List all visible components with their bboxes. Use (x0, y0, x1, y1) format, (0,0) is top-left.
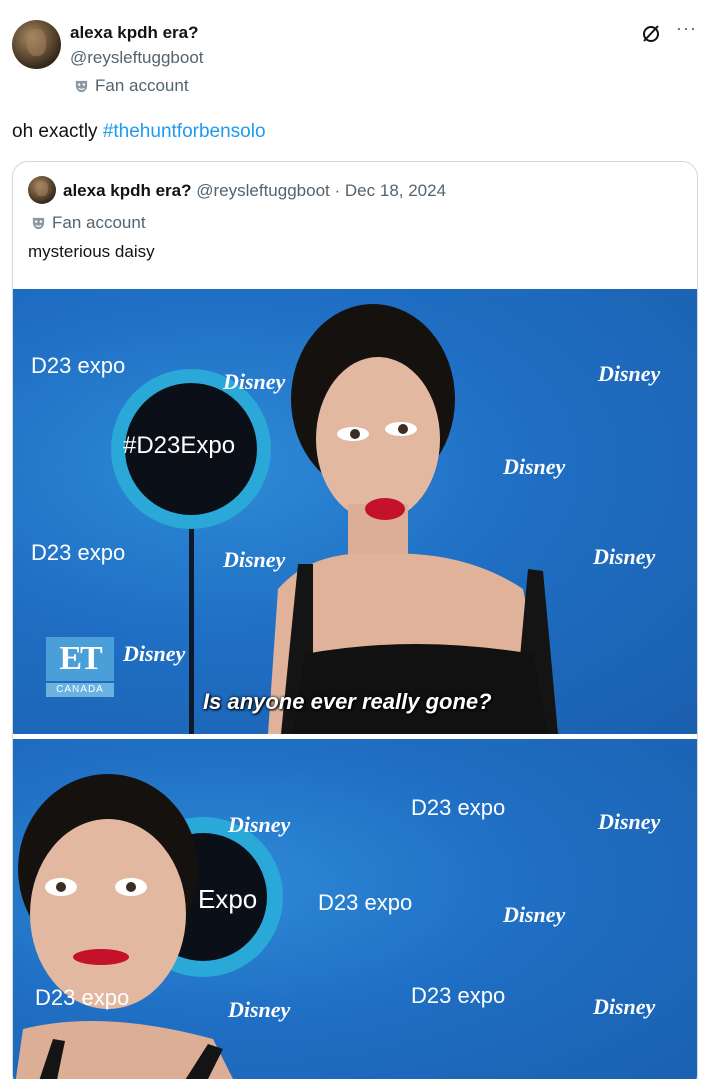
quoted-author-display-name[interactable]: alexa kpdh era? (63, 181, 192, 200)
d23-expo-watermark: D23 expo (411, 983, 506, 1008)
disney-watermark: Disney (598, 809, 661, 834)
d23-expo-watermark: D23 expo (31, 353, 126, 378)
slash-circle-icon[interactable] (640, 22, 662, 44)
d23-expo-watermark: D23 expo (35, 985, 130, 1010)
author-display-name[interactable]: alexa kpdh era? (70, 23, 199, 43)
disney-watermark: Disney (223, 369, 286, 394)
quoted-author-avatar[interactable] (28, 176, 56, 204)
disney-watermark: Disney (503, 902, 566, 927)
d23-expo-watermark: D23 expo (31, 540, 126, 565)
quoted-tweet-text: mysterious daisy (28, 242, 155, 261)
disney-watermark: Disney (223, 547, 286, 572)
subtitle-caption: Is anyone ever really gone? (203, 689, 492, 714)
d23expo-sign-text: Expo (198, 884, 258, 914)
d23-expo-watermark: D23 expo (411, 795, 506, 820)
tweet-text: oh exactly #thehuntforbensolo (12, 121, 266, 143)
disney-watermark: Disney (593, 544, 656, 569)
disney-watermark: Disney (123, 641, 186, 666)
author-avatar[interactable] (12, 20, 61, 69)
d23expo-sign-text: #D23Expo (123, 432, 236, 459)
disney-watermark: Disney (228, 812, 291, 837)
quoted-tweet-card[interactable]: alexa kpdh era? @reysleftuggboot · Dec 1… (12, 161, 698, 1079)
hashtag-link[interactable]: #thehuntforbensolo (103, 121, 266, 142)
et-logo-sub: CANADA (46, 683, 114, 697)
mask-icon (75, 80, 88, 92)
et-logo-letters: ET (46, 637, 114, 681)
more-dots-icon[interactable]: ··· (676, 19, 700, 41)
quoted-tweet-date[interactable]: Dec 18, 2024 (345, 181, 446, 200)
media-image-2[interactable]: Expo Disney D23 expo Disney D23 expo Dis… (13, 739, 697, 1079)
quoted-fan-account-label: Fan account (52, 213, 146, 232)
author-handle[interactable]: @reysleftuggboot (70, 48, 204, 68)
tweet-text-body: oh exactly (12, 121, 103, 142)
disney-watermark: Disney (228, 997, 291, 1022)
et-canada-logo: ET CANADA (46, 637, 114, 699)
disney-watermark: Disney (593, 994, 656, 1019)
quoted-author-handle[interactable]: @reysleftuggboot (196, 181, 330, 200)
quoted-fan-account-badge: Fan account (31, 213, 146, 233)
header-separator: · (334, 181, 341, 200)
fan-account-label: Fan account (95, 76, 189, 95)
disney-watermark: Disney (503, 454, 566, 479)
quoted-tweet-header: alexa kpdh era? @reysleftuggboot · Dec 1… (63, 181, 446, 201)
mask-icon (32, 217, 45, 229)
d23-expo-watermark: D23 expo (318, 890, 413, 915)
media-image-1[interactable]: D23 expo Disney Disney Disney D23 expo D… (13, 289, 697, 734)
disney-watermark: Disney (598, 361, 661, 386)
fan-account-badge: Fan account (74, 76, 189, 96)
